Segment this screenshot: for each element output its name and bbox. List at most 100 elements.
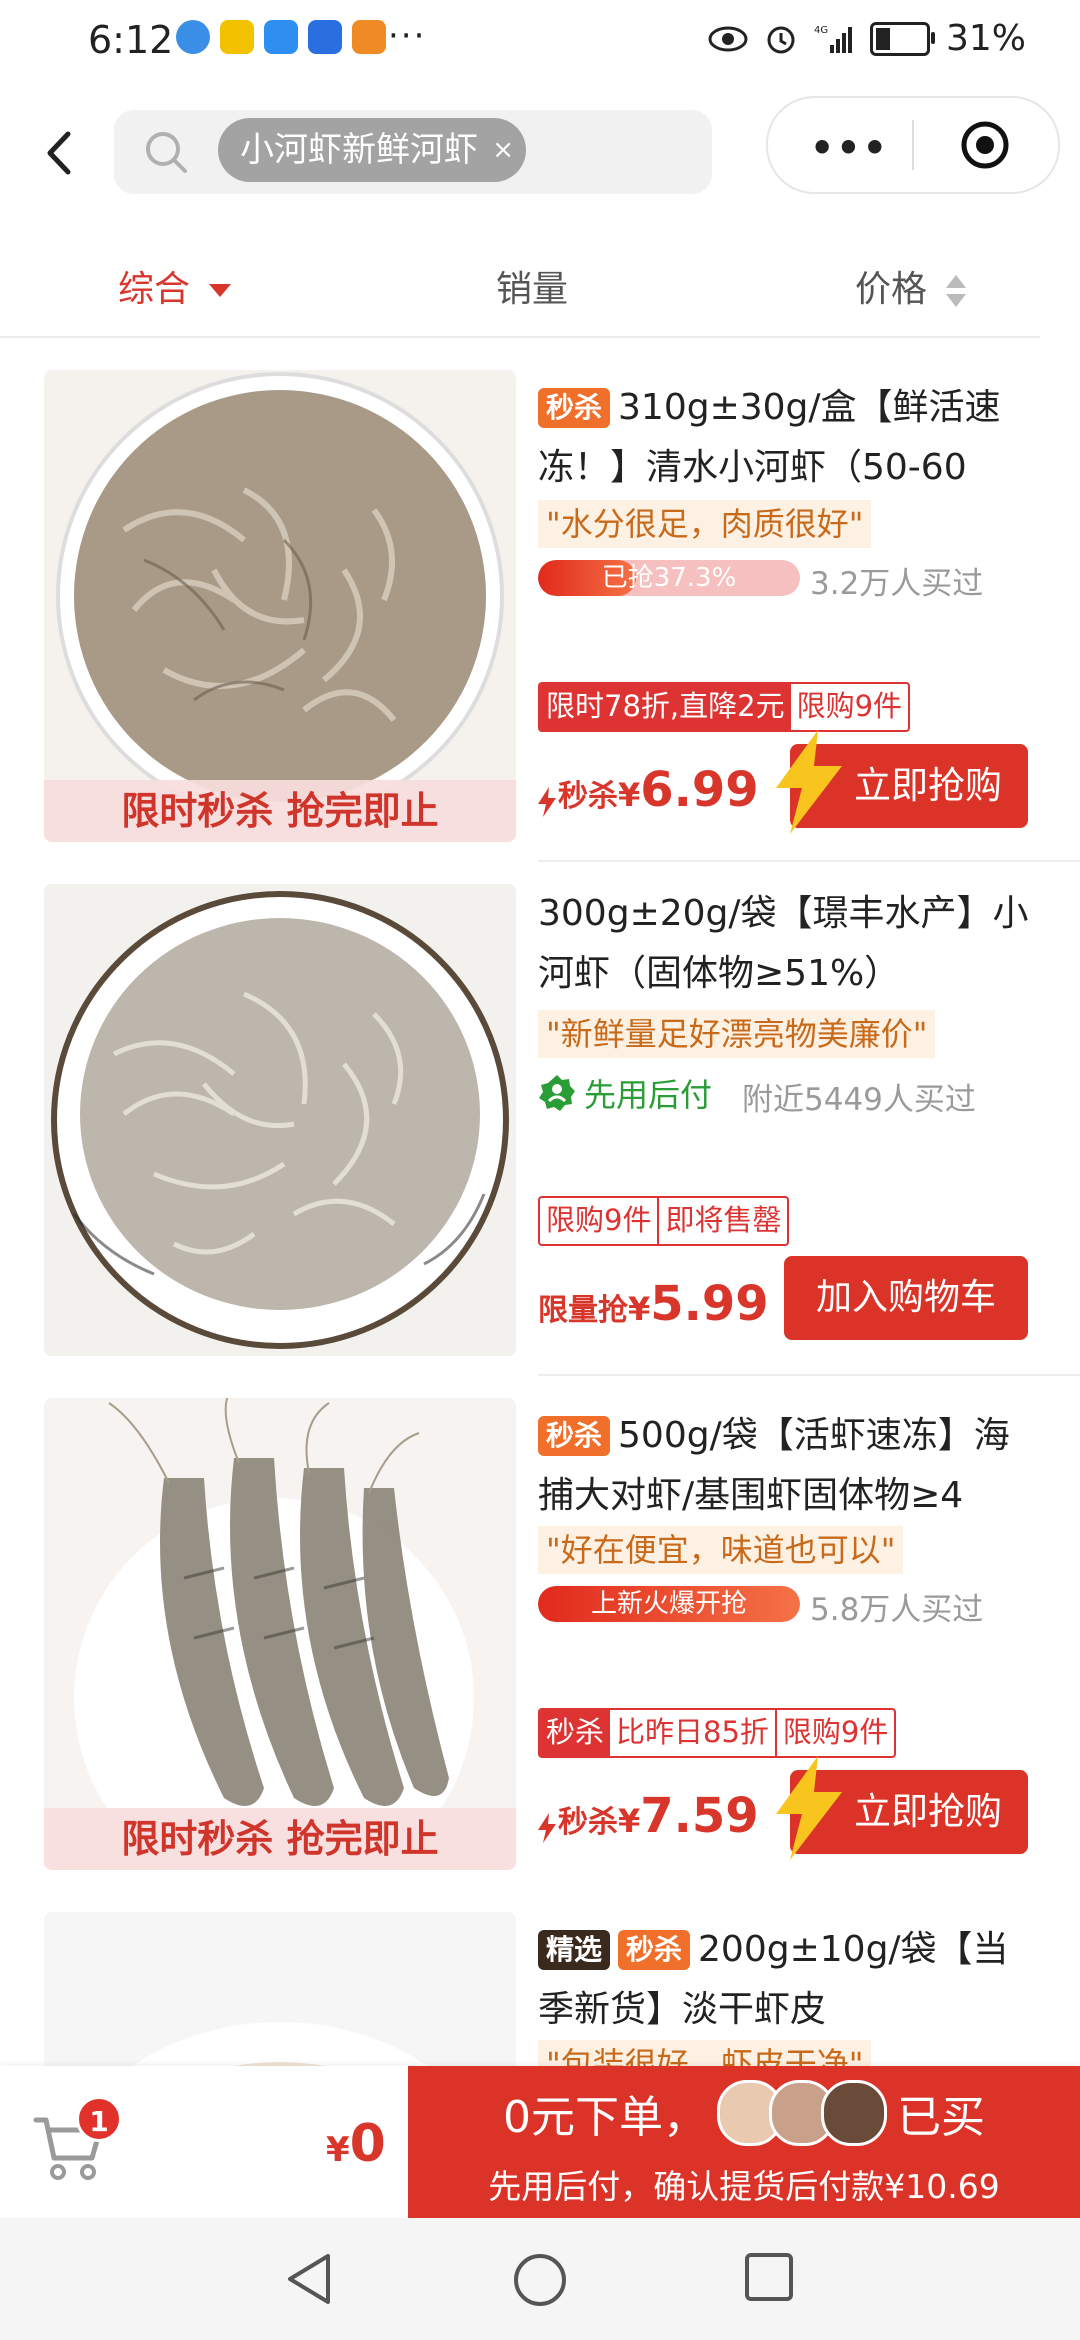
product-card[interactable]: 300g±20g/袋【璟丰水产】小河虾（固体物≥51%） "新鲜量足好漂亮物美廉… xyxy=(0,884,1080,1356)
discount-tag: 比昨日85折 xyxy=(616,1715,769,1749)
flash-sale-badge: 秒杀 xyxy=(538,1416,611,1456)
divider xyxy=(538,1374,1080,1376)
lightning-icon xyxy=(776,1756,842,1860)
flash-tag: 秒杀 xyxy=(540,1710,611,1756)
price-currency: ¥ xyxy=(618,1802,641,1840)
tab-price-label: 价格 xyxy=(855,269,928,310)
price-value: 6.99 xyxy=(640,762,759,818)
status-right: 4G 31% xyxy=(708,18,1026,59)
dried-shrimp-illustration xyxy=(44,1912,516,2066)
price: 秒杀¥6.99 xyxy=(538,762,759,818)
price-label: 秒杀 xyxy=(558,1805,618,1840)
caret-down-icon xyxy=(209,284,232,297)
product-image[interactable]: 限时秒杀 抢完即止 xyxy=(44,370,516,842)
search-keyword: 小河虾新鲜河虾 xyxy=(240,130,478,170)
product-title[interactable]: 秒杀 310g±30g/盒【鲜活速冻！】清水小河虾（50-60 xyxy=(538,378,1042,498)
cart-count-badge: 1 xyxy=(76,2096,122,2142)
price-currency: ¥ xyxy=(618,776,641,814)
review-quote: "新鲜量足好漂亮物美廉价" xyxy=(538,1010,936,1058)
price-label: 限量抢 xyxy=(538,1293,628,1328)
price-value: 7.59 xyxy=(640,1788,759,1844)
review-quote: "好在便宜，味道也可以" xyxy=(538,1526,904,1574)
image-flash-banner: 限时秒杀 抢完即止 xyxy=(44,1808,516,1870)
shrimp-plate-illustration xyxy=(44,370,516,842)
limit-tag: 限购9件 xyxy=(546,1203,652,1237)
product-card[interactable]: 限时秒杀 抢完即止 秒杀 310g±30g/盒【鲜活速冻！】清水小河虾（50-60… xyxy=(0,370,1080,842)
tab-overall[interactable]: 综合 xyxy=(118,260,232,312)
more-menu-button[interactable]: ••• xyxy=(810,126,889,170)
sold-progress-text: 已抢37.3% xyxy=(601,563,737,593)
nav-recents-icon[interactable] xyxy=(744,2252,794,2302)
lightning-icon xyxy=(538,786,556,817)
discount-tag: 限时78折,直降2元 xyxy=(540,684,791,730)
pay-later: 先用后付 xyxy=(538,1070,712,1116)
search-bar[interactable]: 小河虾新鲜河虾 × xyxy=(114,110,712,194)
prawns-illustration xyxy=(44,1398,516,1870)
status-bar: 6:12 ··· 4G 31% xyxy=(0,0,1080,84)
bulb-app-icon xyxy=(308,20,342,54)
buy-now-button[interactable]: 立即抢购 xyxy=(776,1756,1028,1860)
limit-tag: 限购9件 xyxy=(796,689,903,723)
product-image[interactable] xyxy=(44,1912,516,2066)
buy-now-label: 立即抢购 xyxy=(854,764,1002,807)
zero-yuan-order-button[interactable]: 0元下单， 已买 先用后付，确认提货后付款¥10.69 xyxy=(408,2066,1080,2218)
product-title[interactable]: 300g±20g/袋【璟丰水产】小河虾（固体物≥51%） xyxy=(538,884,1042,1004)
price-label: 秒杀 xyxy=(558,779,618,814)
nav-back-icon[interactable] xyxy=(284,2252,334,2306)
tab-price[interactable]: 价格 xyxy=(855,260,967,312)
battery-icon xyxy=(869,21,935,56)
search-icon xyxy=(146,132,187,173)
avatar xyxy=(821,2080,887,2146)
mini-program-capsule: ••• xyxy=(766,96,1060,194)
search-keyword-chip[interactable]: 小河虾新鲜河虾 × xyxy=(218,118,526,182)
product-card[interactable]: 精选 秒杀 200g±10g/袋【当季新货】淡干虾皮 "包装很好，虾皮干净" xyxy=(0,1912,1080,2066)
product-title[interactable]: 秒杀 500g/袋【活虾速冻】海捕大对虾/基围虾固体物≥4 xyxy=(538,1406,1042,1526)
capsule-divider xyxy=(912,120,914,170)
flash-sale-badge: 秒杀 xyxy=(618,1930,691,1970)
product-card[interactable]: 限时秒杀 抢完即止 秒杀 500g/袋【活虾速冻】海捕大对虾/基围虾固体物≥4 "… xyxy=(0,1398,1080,1870)
sold-progress-text: 上新火爆开抢 xyxy=(590,1589,747,1619)
buyer-avatars xyxy=(717,2080,887,2146)
order-line-1: 0元下单， 已买 xyxy=(408,2080,1080,2146)
selling-out-tag: 即将售罄 xyxy=(657,1198,787,1244)
sort-arrows-icon xyxy=(946,275,967,307)
flash-sale-badge: 秒杀 xyxy=(538,388,611,428)
review-quote: "水分很足，肉质很好" xyxy=(538,500,872,548)
checkout-bar: 1 ¥0 0元下单， 已买 先用后付，确认提货后付款¥10.69 xyxy=(0,2066,1080,2218)
image-flash-banner: 限时秒杀 抢完即止 xyxy=(44,780,516,842)
product-image[interactable] xyxy=(44,884,516,1356)
product-image[interactable]: 限时秒杀 抢完即止 xyxy=(44,1398,516,1870)
review-quote: "包装很好，虾皮干净" xyxy=(538,2040,872,2066)
product-title[interactable]: 精选 秒杀 200g±10g/袋【当季新货】淡干虾皮 xyxy=(538,1920,1042,2040)
search-app-icon xyxy=(264,20,298,54)
buy-now-label: 立即抢购 xyxy=(854,1790,1002,1833)
system-nav-bar xyxy=(0,2218,1080,2340)
product-title-text: 300g±20g/袋【璟丰水产】小河虾（固体物≥51%） xyxy=(538,893,1029,994)
bought-count: 附近5449人买过 xyxy=(742,1082,976,1118)
order-line-2: 先用后付，确认提货后付款¥10.69 xyxy=(488,2167,1000,2206)
add-to-cart-button[interactable]: 加入购物车 xyxy=(784,1256,1028,1340)
close-program-icon[interactable] xyxy=(960,120,1010,170)
shrimp-plate-illustration xyxy=(44,884,516,1356)
bought-count: 5.8万人买过 xyxy=(810,1592,984,1628)
svg-text:4G: 4G xyxy=(814,25,828,36)
sort-bar: 综合 销量 价格 xyxy=(0,236,1040,338)
total-value: 0 xyxy=(349,2114,386,2174)
more-notifications-icon: ··· xyxy=(388,16,427,56)
tab-sales[interactable]: 销量 xyxy=(496,260,568,312)
alarm-icon xyxy=(767,26,795,53)
order-line-1-suffix: 已买 xyxy=(897,2092,985,2143)
promo-tags: 限购9件 即将售罄 xyxy=(538,1196,790,1246)
tab-sales-label: 销量 xyxy=(496,269,569,310)
featured-badge: 精选 xyxy=(538,1930,611,1970)
buy-now-button[interactable]: 立即抢购 xyxy=(776,730,1028,834)
promo-tags: 秒杀 比昨日85折 限购9件 xyxy=(538,1708,897,1758)
video-app-icon xyxy=(352,20,386,54)
cart-total: ¥0 xyxy=(326,2114,386,2174)
nav-home-icon[interactable] xyxy=(512,2252,568,2308)
order-line-1-prefix: 0元下单， xyxy=(503,2092,707,2143)
sold-progress-bar: 已抢37.3% xyxy=(538,560,800,596)
sold-progress-bar: 上新火爆开抢 xyxy=(538,1586,800,1622)
clear-keyword-icon[interactable]: × xyxy=(492,118,514,182)
back-arrow-icon[interactable] xyxy=(34,126,88,180)
